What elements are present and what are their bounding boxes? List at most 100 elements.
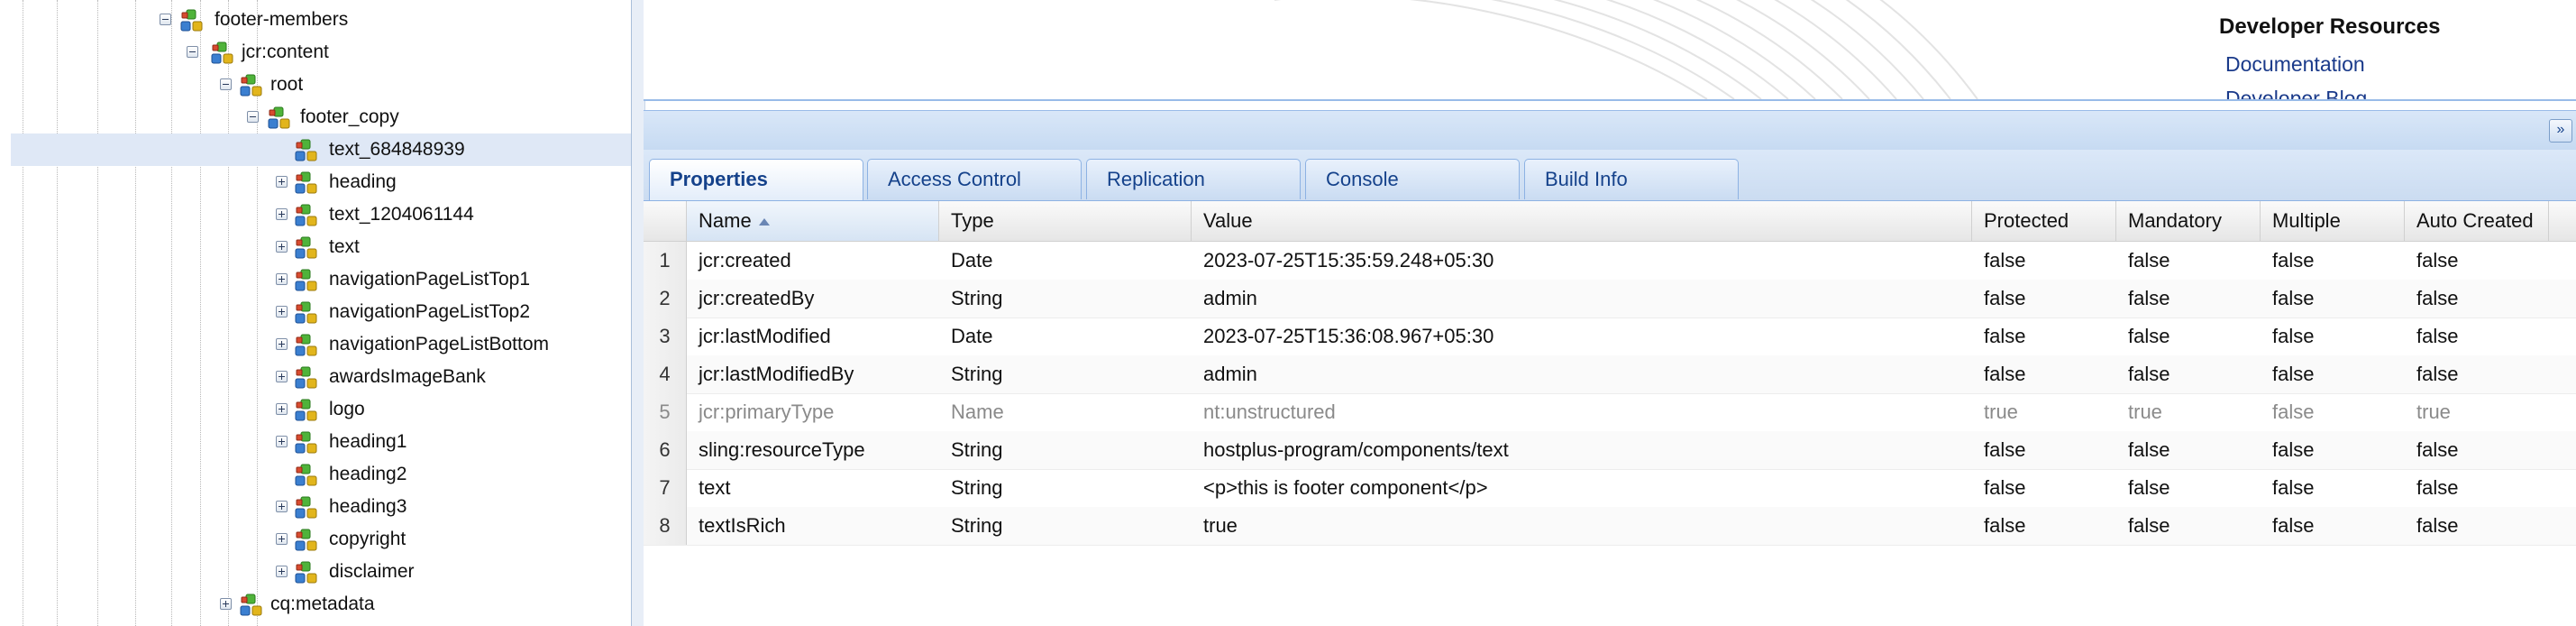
cell-mandatory: false	[2128, 476, 2170, 499]
table-row[interactable]: 4 jcr:lastModifiedBy String admin false false…	[644, 355, 2576, 394]
expand-toggle-icon[interactable]	[276, 533, 288, 545]
column-header-value[interactable]: Value	[1192, 201, 1972, 241]
table-row[interactable]: 6 sling:resourceType String hostplus-progra…	[644, 431, 2576, 470]
tree-node[interactable]: footer-members	[0, 4, 631, 36]
documentation-link[interactable]: Documentation	[2225, 52, 2365, 77]
double-chevron-down-icon[interactable]: »	[2549, 119, 2572, 143]
tree-node[interactable]: cq:metadata	[0, 588, 631, 621]
collapse-toggle-icon[interactable]	[160, 14, 171, 25]
tree-node-label: logo	[329, 399, 365, 419]
expand-toggle-icon[interactable]	[276, 436, 288, 447]
column-header-protected[interactable]: Protected	[1972, 201, 2116, 241]
column-header-type[interactable]: Type	[939, 201, 1192, 241]
developer-resources-title: Developer Resources	[2219, 14, 2441, 39]
tree-node[interactable]: jcr:content	[0, 36, 631, 69]
jcr-node-icon	[179, 7, 205, 32]
tree-node[interactable]: disclaimer	[0, 556, 631, 588]
cell-name: jcr:primaryType	[699, 400, 835, 423]
expand-toggle-icon[interactable]	[220, 598, 232, 610]
expand-toggle-icon[interactable]	[276, 208, 288, 220]
cell-num: 5	[644, 393, 687, 431]
collapse-toggle-icon[interactable]	[247, 111, 259, 123]
tab-build-info[interactable]: Build Info	[1524, 159, 1739, 199]
cell-auto-created: false	[2416, 325, 2459, 347]
tab-console[interactable]: Console	[1305, 159, 1520, 199]
cell-type: String	[951, 438, 1003, 461]
tree-node[interactable]: heading3	[0, 491, 631, 523]
expand-toggle-icon[interactable]	[276, 176, 288, 188]
tree-node[interactable]: navigationPageListTop1	[0, 263, 631, 296]
tree-node-label: disclaimer	[329, 561, 415, 582]
cell-value: hostplus-program/components/text	[1203, 438, 1509, 461]
cell-multiple: false	[2272, 514, 2315, 537]
tree-node[interactable]: text	[0, 231, 631, 263]
expand-toggle-icon[interactable]	[276, 566, 288, 577]
cell-mandatory: false	[2128, 514, 2170, 537]
collapse-toggle-icon[interactable]	[220, 78, 232, 90]
tree-node-label: cq:metadata	[270, 594, 375, 614]
table-row[interactable]: 2 jcr:createdBy String admin false false false…	[644, 280, 2576, 318]
panel-split-bar[interactable]: »	[644, 110, 2576, 152]
jcr-node-icon	[294, 364, 319, 390]
jcr-node-icon	[294, 527, 319, 552]
developer-blog-link[interactable]: Developer Blog	[2225, 87, 2367, 99]
table-row[interactable]: 7 text String <p>this is footer component</…	[644, 469, 2576, 508]
cell-multiple: false	[2272, 249, 2315, 272]
jcr-node-icon	[294, 235, 319, 260]
table-row[interactable]: 8 textIsRich String true false false false fals…	[644, 507, 2576, 546]
tree-node[interactable]: copyright	[0, 523, 631, 556]
tree-node[interactable]: logo	[0, 393, 631, 426]
expand-toggle-icon[interactable]	[276, 371, 288, 382]
tree-node[interactable]: navigationPageListBottom	[0, 328, 631, 361]
tree-node[interactable]: text_1204061144	[0, 198, 631, 231]
table-row[interactable]: 3 jcr:lastModified Date 2023-07-25T15:36:08…	[644, 318, 2576, 356]
cell-type: Name	[951, 400, 1004, 423]
cell-name: sling:resourceType	[699, 438, 865, 461]
jcr-node-icon	[267, 105, 292, 130]
jcr-node-icon	[239, 72, 264, 97]
tree-node[interactable]: text_684848939	[0, 133, 631, 166]
expand-toggle-icon[interactable]	[276, 306, 288, 318]
tree-node[interactable]: navigationPageListTop2	[0, 296, 631, 328]
collapse-toggle-icon[interactable]	[187, 46, 198, 58]
cell-value: 2023-07-25T15:36:08.967+05:30	[1203, 325, 1494, 347]
expand-toggle-icon[interactable]	[276, 403, 288, 415]
column-header-multiple[interactable]: Multiple	[2261, 201, 2405, 241]
tree-node[interactable]: root	[0, 69, 631, 101]
tree-node[interactable]: heading2	[0, 458, 631, 491]
cell-type: String	[951, 514, 1003, 537]
tree-node-label: text_684848939	[329, 139, 465, 160]
cell-num: 4	[644, 355, 687, 393]
cell-multiple: false	[2272, 363, 2315, 385]
tree-node-label: awardsImageBank	[329, 366, 486, 387]
cell-multiple: false	[2272, 400, 2315, 423]
tab-access-control[interactable]: Access Control	[867, 159, 1082, 199]
tab-properties[interactable]: Properties	[649, 159, 863, 200]
selection-highlight	[11, 133, 631, 166]
repository-tree: footer-members jcr:content root footer_copy…	[0, 0, 631, 626]
tree-node[interactable]: awardsImageBank	[0, 361, 631, 393]
cell-name: jcr:lastModified	[699, 325, 831, 347]
expand-toggle-icon[interactable]	[276, 273, 288, 285]
cell-auto-created: false	[2416, 514, 2459, 537]
expand-toggle-icon[interactable]	[276, 241, 288, 253]
tree-node-label: jcr:content	[242, 41, 329, 62]
column-header-auto-created[interactable]: Auto Created	[2405, 201, 2549, 241]
cell-type: Date	[951, 325, 993, 347]
jcr-node-icon	[294, 137, 319, 162]
properties-grid: Name Type Value Protected Mandatory Mult…	[644, 201, 2576, 626]
cell-auto-created: false	[2416, 287, 2459, 309]
tree-node-label: heading3	[329, 496, 407, 517]
cell-protected: false	[1984, 438, 2026, 461]
tree-node[interactable]: heading	[0, 166, 631, 198]
expand-toggle-icon[interactable]	[276, 501, 288, 512]
tree-node[interactable]: footer_copy	[0, 101, 631, 133]
column-header-name[interactable]: Name	[687, 201, 939, 241]
tab-replication[interactable]: Replication	[1086, 159, 1301, 199]
table-row[interactable]: 5 jcr:primaryType Name nt:unstructured true t…	[644, 393, 2576, 432]
table-row[interactable]: 1 jcr:created Date 2023-07-25T15:35:59.248+…	[644, 242, 2576, 281]
column-header-mandatory[interactable]: Mandatory	[2116, 201, 2261, 241]
tree-node[interactable]: heading1	[0, 426, 631, 458]
expand-toggle-icon[interactable]	[276, 338, 288, 350]
cell-value: 2023-07-25T15:35:59.248+05:30	[1203, 249, 1494, 272]
